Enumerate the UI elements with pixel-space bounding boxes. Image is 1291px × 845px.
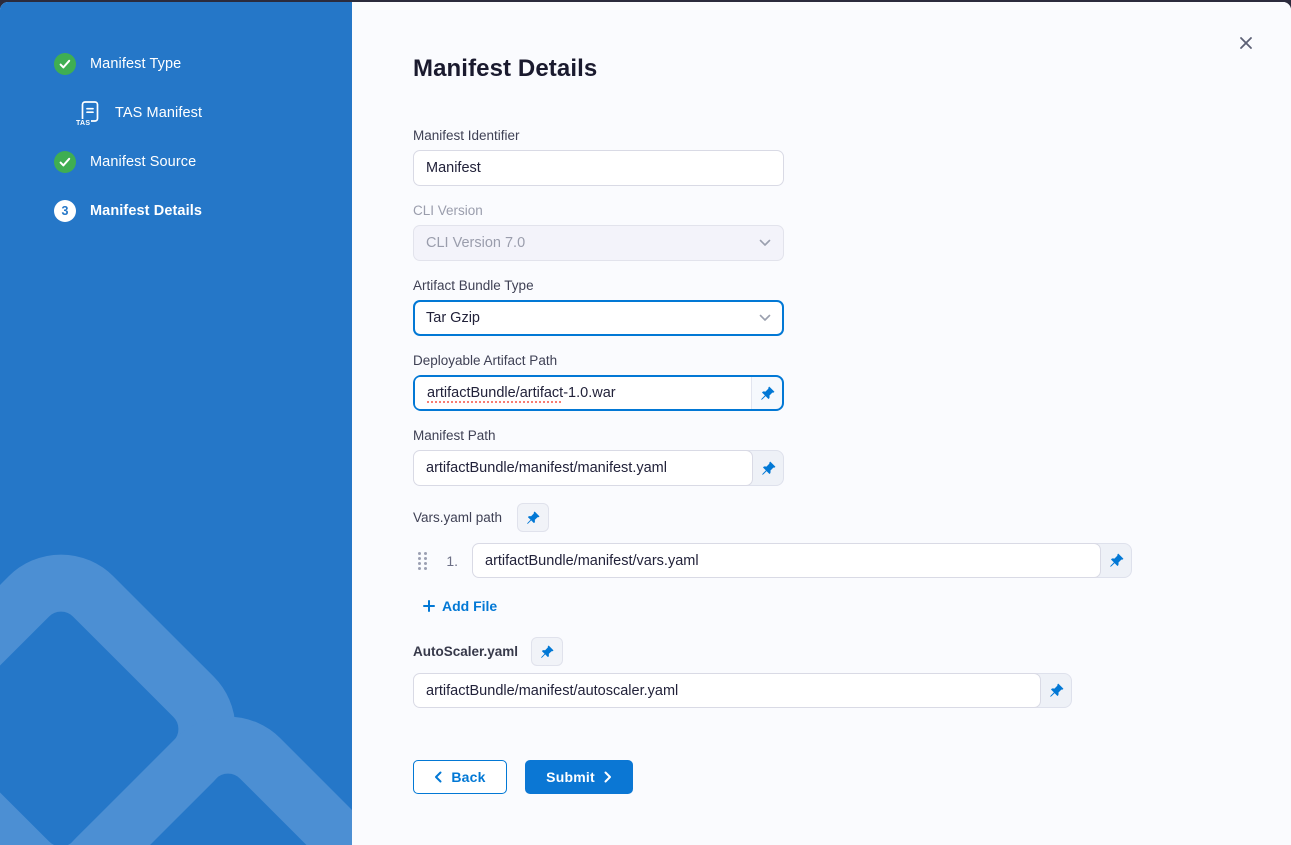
fixed-value-pin-icon[interactable] bbox=[1041, 674, 1071, 707]
manifest-path-label: Manifest Path bbox=[413, 428, 784, 444]
field-artifact-bundle-type: Artifact Bundle Type Tar Gzip bbox=[413, 278, 784, 336]
input-text-rest: -1.0.war bbox=[563, 385, 615, 401]
step-label-manifest-details: Manifest Details bbox=[90, 203, 202, 219]
check-circle-icon bbox=[54, 53, 76, 75]
field-manifest-identifier: Manifest Identifier bbox=[413, 128, 784, 186]
chevron-down-icon bbox=[759, 310, 771, 326]
submit-button-label: Submit bbox=[546, 769, 595, 785]
fixed-value-pin-icon[interactable] bbox=[1101, 544, 1131, 577]
manifest-details-panel: Manifest Details Manifest Identifier CLI… bbox=[352, 2, 1291, 845]
back-button[interactable]: Back bbox=[413, 760, 507, 794]
vars-yaml-path-combo bbox=[472, 543, 1132, 578]
fixed-value-pin-icon[interactable] bbox=[753, 451, 783, 485]
sidebar-substep-tas-manifest[interactable]: TAS TAS Manifest bbox=[78, 100, 352, 126]
sidebar-step-manifest-type[interactable]: Manifest Type bbox=[54, 53, 352, 75]
deployable-artifact-path-combo: artifactBundle/artifact-1.0.war bbox=[413, 375, 784, 411]
drag-handle-icon[interactable] bbox=[418, 552, 427, 570]
submit-button[interactable]: Submit bbox=[525, 760, 633, 794]
wizard-footer-buttons: Back Submit bbox=[413, 760, 1291, 794]
autoscaler-yaml-input[interactable] bbox=[413, 673, 1041, 708]
check-circle-icon bbox=[54, 151, 76, 173]
field-vars-yaml-path: Vars.yaml path 1. bbox=[413, 503, 1291, 617]
fixed-value-pin-button[interactable] bbox=[531, 637, 563, 666]
row-index: 1. bbox=[442, 553, 458, 569]
page-title: Manifest Details bbox=[413, 54, 1291, 84]
tas-icon-label: TAS bbox=[76, 119, 91, 127]
close-icon[interactable] bbox=[1237, 34, 1255, 52]
field-cli-version: CLI Version CLI Version 7.0 bbox=[413, 203, 784, 261]
artifact-bundle-type-label: Artifact Bundle Type bbox=[413, 278, 784, 294]
vars-yaml-label-row: Vars.yaml path bbox=[413, 503, 1291, 532]
deployable-artifact-path-input[interactable]: artifactBundle/artifact-1.0.war bbox=[415, 377, 752, 409]
chevron-right-icon bbox=[604, 771, 612, 783]
vars-yaml-label: Vars.yaml path bbox=[413, 510, 502, 526]
manifest-wizard-dialog: Manifest Type TAS TAS Manifest Manifest … bbox=[0, 2, 1291, 845]
cli-version-value: CLI Version 7.0 bbox=[426, 235, 525, 251]
manifest-path-combo bbox=[413, 450, 784, 486]
step-label-tas-manifest: TAS Manifest bbox=[115, 105, 202, 121]
tas-manifest-file-icon: TAS bbox=[78, 100, 102, 126]
manifest-identifier-label: Manifest Identifier bbox=[413, 128, 784, 144]
step-number-badge: 3 bbox=[54, 200, 76, 222]
manifest-identifier-input[interactable] bbox=[413, 150, 784, 186]
step-label-manifest-source: Manifest Source bbox=[90, 154, 196, 170]
artifact-bundle-type-value: Tar Gzip bbox=[426, 310, 480, 326]
autoscaler-yaml-combo bbox=[413, 673, 1072, 708]
vars-yaml-path-input[interactable] bbox=[472, 543, 1101, 578]
back-button-label: Back bbox=[451, 769, 485, 785]
input-text-misspelled: artifactBundle/artifact bbox=[427, 385, 563, 401]
autoscaler-yaml-label: AutoScaler.yaml bbox=[413, 644, 518, 660]
manifest-path-input[interactable] bbox=[413, 450, 753, 486]
add-file-button[interactable]: Add File bbox=[423, 598, 497, 614]
artifact-bundle-type-select[interactable]: Tar Gzip bbox=[413, 300, 784, 336]
wizard-sidebar: Manifest Type TAS TAS Manifest Manifest … bbox=[0, 2, 352, 845]
deployable-artifact-path-label: Deployable Artifact Path bbox=[413, 353, 784, 369]
plus-icon bbox=[423, 600, 435, 612]
cli-version-select: CLI Version 7.0 bbox=[413, 225, 784, 261]
field-manifest-path: Manifest Path bbox=[413, 428, 784, 486]
vars-yaml-file-row: 1. bbox=[418, 543, 1291, 578]
step-label-manifest-type: Manifest Type bbox=[90, 56, 181, 72]
sidebar-step-manifest-details[interactable]: 3 Manifest Details bbox=[54, 200, 352, 222]
sidebar-step-manifest-source[interactable]: Manifest Source bbox=[54, 151, 352, 173]
fixed-value-pin-button[interactable] bbox=[517, 503, 549, 532]
field-deployable-artifact-path: Deployable Artifact Path artifactBundle/… bbox=[413, 353, 784, 411]
chevron-left-icon bbox=[434, 771, 442, 783]
cli-version-label: CLI Version bbox=[413, 203, 784, 219]
autoscaler-label-row: AutoScaler.yaml bbox=[413, 637, 1291, 666]
fixed-value-pin-icon[interactable] bbox=[752, 377, 782, 409]
chevron-down-icon bbox=[759, 235, 771, 251]
add-file-label: Add File bbox=[442, 598, 497, 614]
field-autoscaler-yaml: AutoScaler.yaml bbox=[413, 637, 1291, 708]
